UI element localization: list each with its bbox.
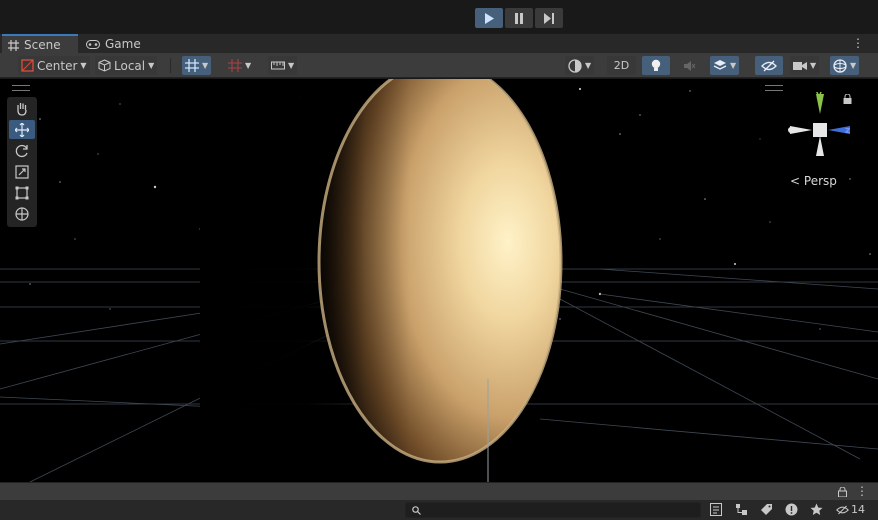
- hidden-objects-counter[interactable]: 14: [836, 503, 865, 516]
- lighting-toggle[interactable]: [642, 56, 670, 75]
- scene-bottom-bar: ⋮: [0, 482, 878, 500]
- chevron-down-icon: ▼: [245, 61, 252, 70]
- star-icon[interactable]: [810, 503, 823, 516]
- lock-icon[interactable]: [838, 487, 847, 497]
- search-field[interactable]: [405, 502, 701, 518]
- projection-text: Persp: [803, 174, 837, 188]
- scale-tool-button[interactable]: [9, 162, 35, 181]
- pause-button[interactable]: [505, 8, 533, 28]
- move-arrows-icon: [15, 122, 29, 137]
- scale-icon: [15, 164, 29, 179]
- grid-visibility-toggle[interactable]: ▼: [182, 56, 212, 75]
- camera-settings-dropdown[interactable]: ▼: [790, 56, 820, 75]
- projection-label[interactable]: < Persp: [790, 174, 837, 188]
- chevron-down-icon: ▼: [148, 61, 155, 70]
- chevron-down-icon: ▼: [810, 61, 817, 70]
- eye-slash-icon: [836, 505, 849, 514]
- speaker-muted-icon: [683, 60, 695, 71]
- tool-palette: [7, 97, 37, 227]
- gizmo-z-label: z: [845, 126, 850, 136]
- tab-game[interactable]: Game: [80, 34, 147, 54]
- pivot-mode-label: Center: [37, 58, 78, 73]
- chevron-down-icon: ▼: [80, 61, 87, 70]
- chevron-down-icon: ▼: [288, 61, 295, 70]
- move-tool-button[interactable]: [9, 120, 35, 139]
- tag-icon[interactable]: [760, 503, 773, 516]
- gizmos-sphere-icon: [833, 58, 847, 73]
- cube-icon: [98, 59, 111, 72]
- pivot-center-icon: [21, 59, 34, 72]
- 2d-mode-label: 2D: [613, 59, 630, 72]
- gizmos-dropdown[interactable]: ▼: [830, 56, 860, 75]
- hidden-objects-toggle[interactable]: [755, 56, 783, 75]
- gizmo-y-label: y: [816, 90, 822, 100]
- more-options-icon[interactable]: ⋮: [856, 484, 868, 498]
- play-button[interactable]: [475, 8, 503, 28]
- layers-effects-icon: [713, 60, 727, 70]
- increment-snap-dropdown[interactable]: ▼: [268, 56, 298, 75]
- planet-sphere: [200, 79, 563, 482]
- tab-game-label: Game: [105, 37, 141, 51]
- tab-scene[interactable]: Scene: [2, 34, 78, 54]
- play-controls: [475, 8, 563, 28]
- hidden-objects-count: 14: [851, 503, 865, 516]
- tab-scene-label: Scene: [24, 38, 61, 52]
- search-icon: [412, 506, 421, 515]
- step-icon: [544, 12, 554, 24]
- gamepad-icon: [86, 39, 100, 49]
- rect-tool-button[interactable]: [9, 183, 35, 202]
- gizmo-neg-y-axis: [816, 136, 824, 156]
- gizmo-center-cube: [813, 123, 827, 137]
- pivot-mode-dropdown[interactable]: Center ▼: [18, 56, 90, 75]
- shading-mode-icon: [568, 58, 582, 73]
- hierarchy-icon[interactable]: [735, 503, 748, 516]
- ruler-icon: [271, 61, 285, 70]
- pause-icon: [515, 12, 523, 24]
- chevron-down-icon: ▼: [202, 61, 209, 70]
- hand-icon: [17, 102, 27, 116]
- snap-icon: [228, 59, 242, 72]
- more-options-icon[interactable]: ⋮: [852, 36, 864, 50]
- lightbulb-icon: [651, 59, 661, 71]
- draw-mode-dropdown[interactable]: ▼: [565, 56, 595, 75]
- pivot-rotation-dropdown[interactable]: Local ▼: [95, 56, 158, 75]
- rect-transform-icon: [15, 186, 29, 199]
- info-icon[interactable]: [785, 503, 798, 516]
- projection-arrow-icon: <: [790, 174, 801, 188]
- scene-toolbar: Center ▼ Local ▼ ▼ ▼ ▼ ▼ 2D ▼ ▼ ▼: [0, 53, 878, 78]
- grid-icon: [8, 39, 19, 51]
- play-icon: [485, 12, 494, 24]
- effects-dropdown[interactable]: ▼: [710, 56, 740, 75]
- toolbar-divider: [170, 58, 171, 73]
- eye-slash-icon: [761, 60, 777, 71]
- rotate-tool-button[interactable]: [9, 141, 35, 160]
- view-tool-button[interactable]: [9, 99, 35, 118]
- 2d-mode-toggle[interactable]: 2D: [607, 56, 636, 75]
- status-bar: 14: [0, 500, 878, 520]
- transform-tool-button[interactable]: [9, 204, 35, 223]
- audio-toggle[interactable]: [675, 56, 703, 75]
- scene-render: [0, 79, 878, 482]
- orientation-gizmo[interactable]: y z: [780, 88, 860, 168]
- camera-icon: [793, 61, 807, 70]
- chevron-down-icon: ▼: [850, 61, 857, 70]
- console-icon[interactable]: [710, 503, 722, 516]
- chevron-down-icon: ▼: [730, 61, 737, 70]
- tools-overlay-handle[interactable]: [12, 85, 30, 91]
- play-toolbar: [0, 0, 878, 33]
- unity-editor-window: Scene Game ⋮ Center ▼ Local ▼ ▼ ▼ ▼ ▼ 2D…: [0, 0, 878, 520]
- editor-tab-bar: Scene Game ⋮: [0, 33, 878, 54]
- transform-icon: [15, 206, 29, 221]
- step-button[interactable]: [535, 8, 563, 28]
- pivot-rotation-label: Local: [114, 58, 146, 73]
- scene-viewport[interactable]: [0, 79, 878, 482]
- snap-increment-dropdown[interactable]: ▼: [225, 56, 255, 75]
- grid-snap-icon: [185, 59, 199, 72]
- rotate-icon: [15, 144, 28, 157]
- chevron-down-icon: ▼: [585, 61, 592, 70]
